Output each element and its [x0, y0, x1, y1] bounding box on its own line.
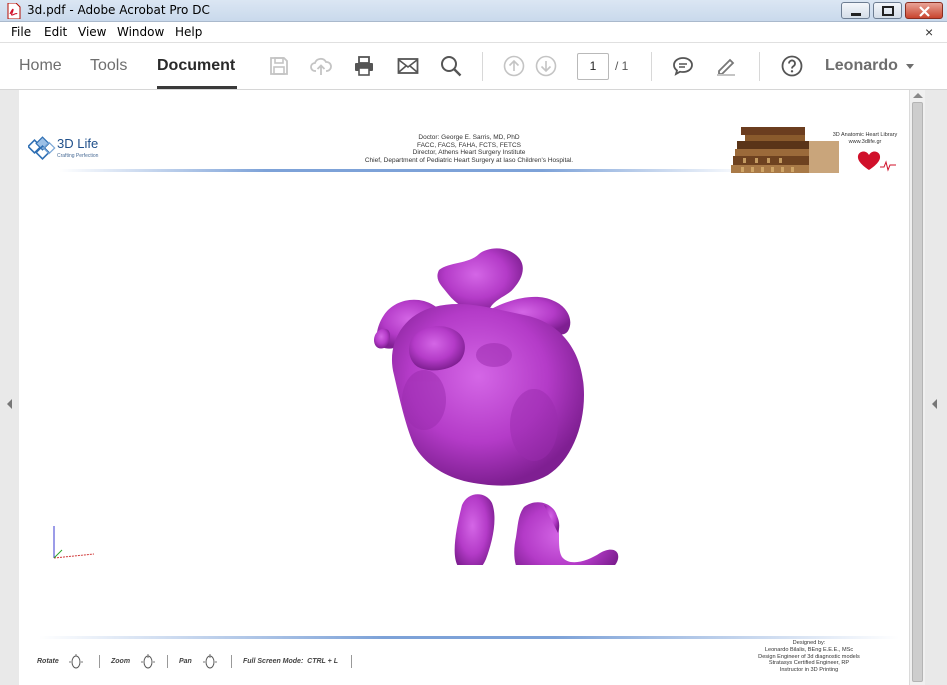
window-titlebar: 3d.pdf - Adobe Acrobat Pro DC — [0, 0, 947, 22]
zoom-label: Zoom — [111, 658, 131, 665]
expand-left-panel-icon[interactable] — [7, 399, 12, 409]
chevron-down-icon[interactable] — [906, 64, 914, 69]
print-icon[interactable] — [353, 55, 375, 77]
search-icon[interactable] — [440, 55, 462, 77]
header-divider — [59, 169, 749, 172]
maximize-icon — [882, 6, 894, 16]
rotate-icon[interactable] — [69, 652, 83, 670]
designer-info: Designed by: Leonardo Bilalis, BEng E.E.… — [744, 640, 874, 674]
right-panel-collapsed — [925, 90, 947, 685]
library-url: www.3dlife.gr — [848, 139, 882, 145]
minimize-icon — [851, 13, 861, 16]
page-up-icon[interactable] — [503, 55, 525, 77]
menu-file[interactable]: File — [11, 25, 31, 39]
minimize-button[interactable] — [841, 2, 870, 19]
close-window-button[interactable] — [905, 2, 943, 19]
expand-right-panel-icon[interactable] — [932, 399, 937, 409]
email-icon[interactable] — [397, 55, 419, 77]
close-icon — [919, 6, 930, 17]
library-info: 3D Anatomic Heart Library www.3dlife.gr — [823, 132, 907, 146]
page-down-icon[interactable] — [535, 55, 557, 77]
logo-text: 3D Life — [57, 136, 99, 151]
pan-icon[interactable] — [203, 652, 217, 670]
tab-home[interactable]: Home — [19, 57, 62, 75]
menu-edit[interactable]: Edit — [44, 25, 67, 39]
left-panel-collapsed — [0, 90, 19, 685]
footer-separator — [167, 655, 168, 668]
axes-indicator-icon — [53, 526, 95, 559]
main-toolbar: Home Tools Document 1 / 1 Leonardo — [0, 43, 947, 90]
toolbar-separator — [651, 52, 652, 81]
designer-line: Design Engineer of 3d diagnostic models — [758, 653, 860, 660]
sign-icon[interactable] — [715, 55, 737, 77]
library-title: 3D Anatomic Heart Library — [832, 132, 898, 138]
user-menu[interactable]: Leonardo — [825, 57, 898, 75]
menubar: File Edit View Window Help × — [0, 22, 947, 43]
upload-icon[interactable] — [310, 55, 332, 77]
doctor-line: FACC, FACS, FAHA, FCTS, FETCS — [416, 141, 521, 149]
active-tab-indicator — [157, 86, 237, 89]
heart-icon — [857, 151, 896, 172]
designer-line: Instructor in 3D Printing — [779, 667, 839, 674]
zoom-icon[interactable] — [141, 652, 155, 670]
designer-line: Stratasys Certified Engineer, RP — [768, 660, 850, 667]
tab-tools[interactable]: Tools — [90, 57, 127, 75]
page-number-input[interactable]: 1 — [577, 53, 609, 80]
help-icon[interactable] — [781, 55, 803, 77]
footer-separator — [231, 655, 232, 668]
doctor-line: Doctor: George E. Sarris, MD, PhD — [418, 134, 520, 141]
3d-heart-model[interactable] — [344, 235, 634, 565]
maximize-button[interactable] — [873, 2, 902, 19]
comment-icon[interactable] — [672, 55, 694, 77]
rotate-label: Rotate — [37, 658, 59, 665]
toolbar-separator — [759, 52, 760, 81]
menu-window[interactable]: Window — [117, 25, 164, 39]
logo-tagline: Crafting Perfection — [57, 153, 99, 159]
window-title: 3d.pdf - Adobe Acrobat Pro DC — [27, 3, 210, 17]
doctor-line: Director, Athens Heart Surgery Institute — [412, 149, 526, 157]
footer-separator — [99, 655, 100, 668]
scroll-up-icon[interactable] — [913, 93, 923, 98]
footer-divider — [39, 636, 899, 639]
close-document-button[interactable]: × — [925, 24, 933, 40]
doctor-line: Chief, Department of Pediatric Heart Sur… — [364, 157, 574, 165]
save-icon[interactable] — [268, 55, 290, 77]
page-total: / 1 — [615, 59, 629, 73]
pan-label: Pan — [179, 658, 192, 665]
pdf-file-icon — [7, 3, 21, 19]
designer-line: Leonardo Bilalis, BEng E.E.E., MSc — [764, 646, 854, 653]
doctor-info: Doctor: George E. Sarris, MD, PhD FACC, … — [319, 134, 619, 165]
tab-document[interactable]: Document — [157, 57, 235, 75]
scroll-thumb[interactable] — [912, 102, 923, 682]
fullscreen-hint: Full Screen Mode: CTRL + L — [243, 658, 338, 665]
menu-help[interactable]: Help — [175, 25, 202, 39]
designer-line: Designed by: — [792, 640, 826, 646]
pdf-page: 3D Life Crafting Perfection Doctor: Geor… — [19, 90, 909, 685]
3dlife-logo-icon — [28, 136, 56, 160]
footer-separator — [351, 655, 352, 668]
menu-view[interactable]: View — [78, 25, 106, 39]
vertical-scrollbar[interactable] — [909, 90, 925, 685]
toolbar-separator — [482, 52, 483, 81]
